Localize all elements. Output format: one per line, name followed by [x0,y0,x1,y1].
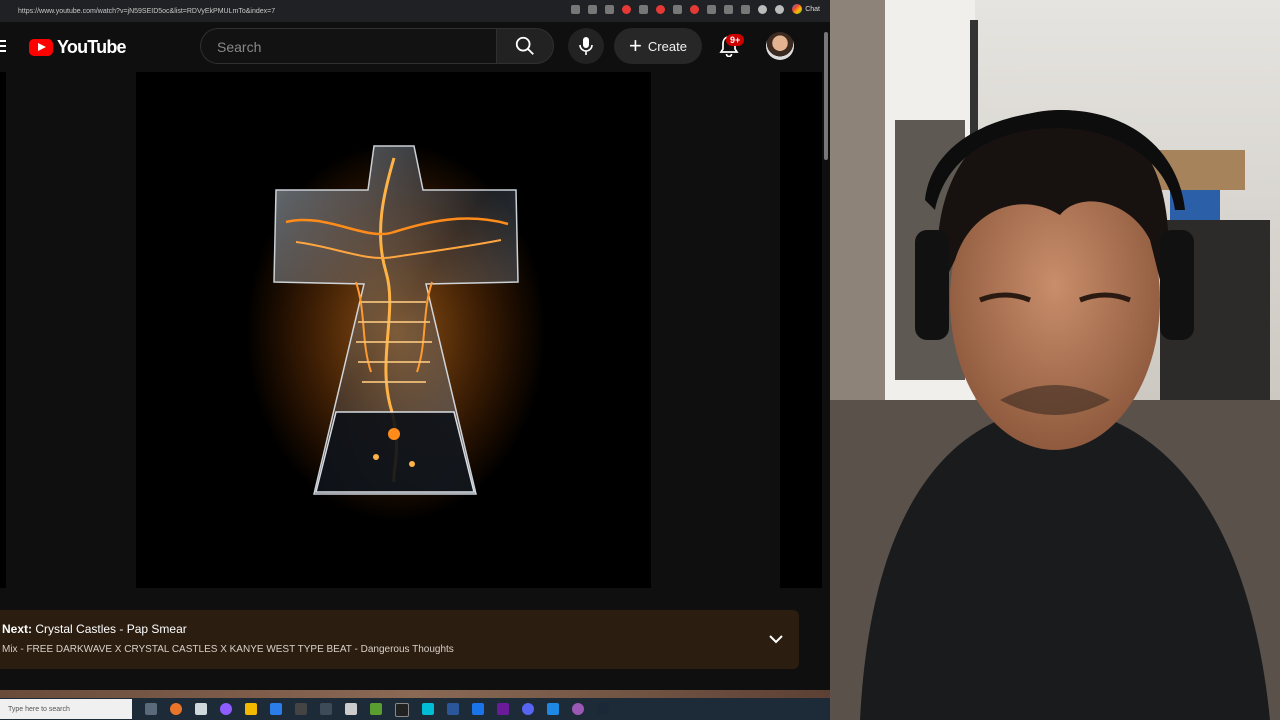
red-dot-icon[interactable] [690,4,700,14]
microphone-icon [579,37,593,55]
browser-window: https://www.youtube.com/watch?v=jN59SEID… [0,0,830,720]
search-button[interactable] [496,28,554,64]
windows-taskbar: Type here to search [0,698,830,720]
settings-icon[interactable] [707,4,717,14]
address-bar[interactable]: https://www.youtube.com/watch?v=jN59SEID… [0,0,830,22]
voice-search-button[interactable] [568,28,604,64]
pen-icon[interactable] [195,703,207,715]
up-next-song: Crystal Castles - Pap Smear [35,622,187,636]
copilot-icon [792,4,803,14]
favorites-icon[interactable] [741,4,751,14]
blue-app-icon[interactable] [547,703,559,715]
desktop-wallpaper-strip [0,690,830,698]
playlist-mix-title: Mix - FREE DARKWAVE X CRYSTAL CASTLES X … [2,644,454,655]
diamond-icon[interactable] [639,4,649,14]
star-icon[interactable] [605,4,615,14]
discord-icon[interactable] [522,703,534,715]
edge-icon[interactable] [270,703,282,715]
page-scrollbar[interactable] [822,28,830,688]
mic-app-icon[interactable] [345,703,357,715]
create-button[interactable]: + Create [614,28,702,64]
video-frame[interactable] [136,72,651,588]
create-label: Create [647,38,687,54]
taskbar-app-icons [145,703,609,717]
webcam-feed [830,0,1280,720]
terminal-icon[interactable] [447,703,459,715]
plus-icon: + [629,33,642,58]
adblock-icon[interactable] [622,4,632,14]
app2-icon[interactable] [422,703,434,715]
up-next-title[interactable]: Next: Crystal Castles - Pap Smear [2,622,187,636]
chrome-icon[interactable] [170,703,182,715]
task-view-icon[interactable] [145,703,157,715]
more-icon[interactable] [775,4,785,14]
steam-icon[interactable] [597,703,609,715]
avatar[interactable] [766,32,794,60]
purple-app-icon[interactable] [497,703,509,715]
taskbar-search[interactable]: Type here to search [0,699,132,719]
notification-badge: 9+ [726,34,745,46]
player-edge [780,72,822,588]
video-player[interactable] [0,72,822,588]
up-next-prefix: Next: [2,622,33,636]
puzzle-icon[interactable] [724,4,734,14]
logo-text: YouTube [57,37,127,57]
window-icon[interactable] [320,703,332,715]
zoom-icon[interactable] [588,4,598,14]
record-icon[interactable] [656,4,666,14]
folder-icon[interactable] [245,703,257,715]
search-icon [515,36,534,55]
chat-label: Chat [805,5,820,13]
chevron-down-icon[interactable] [767,632,785,646]
circle-app-icon[interactable] [572,703,584,715]
player-edge [0,72,6,588]
search-box[interactable] [200,28,496,64]
youtube-header: YouTube + Create [0,22,830,72]
album-cover-art [246,142,546,522]
notepad-icon[interactable] [370,703,382,715]
youtube-play-icon [29,39,53,56]
pinned-app-icon[interactable] [472,703,484,715]
page-icon[interactable] [571,4,581,14]
obs-icon[interactable] [395,703,409,717]
store-icon[interactable] [295,703,307,715]
taskbar-search-placeholder: Type here to search [8,705,70,713]
youtube-logo[interactable]: YouTube [29,37,127,58]
copilot-chat-button[interactable]: Chat [792,4,820,14]
profile-icon[interactable] [758,4,768,14]
hamburger-menu-icon[interactable] [0,40,6,54]
streamer-camera-image [830,0,1280,720]
app-icon[interactable] [220,703,232,715]
search-input[interactable] [215,38,479,56]
extension-icons: Chat [571,4,820,14]
url-text[interactable]: https://www.youtube.com/watch?v=jN59SEID… [18,8,275,15]
screenshot-icon[interactable] [673,4,683,14]
up-next-card[interactable]: Next: Crystal Castles - Pap Smear Mix - … [0,610,799,669]
scrollbar-thumb[interactable] [824,32,828,160]
